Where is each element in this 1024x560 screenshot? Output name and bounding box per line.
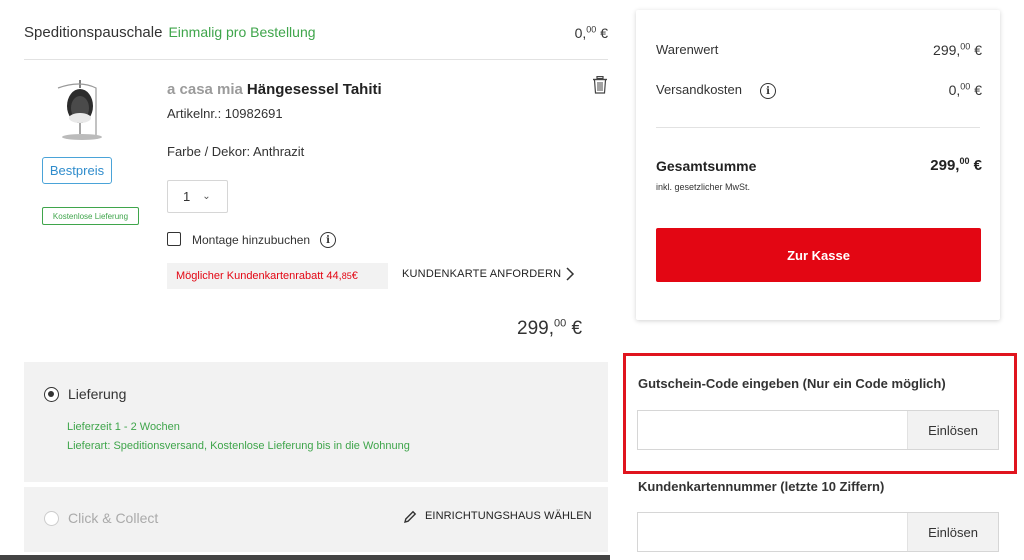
free-delivery-badge: Kostenlose Lieferung [42, 207, 139, 225]
product-image[interactable] [50, 78, 110, 144]
pencil-icon[interactable] [403, 510, 417, 524]
voucher-label: Gutschein-Code eingeben (Nur ein Code mö… [638, 376, 946, 391]
click-collect-radio[interactable] [44, 511, 59, 526]
subtotal-value: 299,00 € [933, 41, 982, 58]
shipping-fee-title: Speditionspauschale Einmalig pro Bestellu… [24, 24, 316, 41]
voucher-input[interactable] [638, 411, 907, 449]
checkout-button[interactable]: Zur Kasse [656, 228, 981, 282]
product-brand: a casa mia [167, 81, 243, 98]
shipping-cost-value: 0,00 € [948, 81, 982, 98]
delivery-option-label[interactable]: Lieferung [68, 386, 126, 402]
voucher-field: Einlösen [637, 410, 999, 450]
redeem-customer-card-button[interactable]: Einlösen [907, 513, 998, 551]
quantity-select[interactable]: 1 ⌄ [167, 180, 228, 213]
info-icon[interactable]: i [320, 232, 336, 248]
total-value: 299,00 € [930, 156, 982, 175]
shipping-cost-label: Versandkosten [656, 82, 743, 97]
request-customer-card-link[interactable]: KUNDENKARTE ANFORDERN [402, 268, 561, 280]
article-number: Artikelnr.: 10982691 [167, 106, 283, 121]
line-item-price: 299,00 € [517, 317, 583, 339]
quantity-value: 1 [183, 189, 191, 204]
montage-label[interactable]: Montage hinzubuchen [192, 233, 310, 247]
redeem-voucher-button[interactable]: Einlösen [907, 411, 998, 449]
shipping-fee-note: Einmalig pro Bestellung [168, 24, 316, 40]
delivery-radio[interactable] [44, 387, 59, 402]
bestpreis-badge: Bestpreis [42, 157, 112, 184]
product-name: Hängesessel Tahiti [246, 81, 382, 98]
product-color: Farbe / Dekor: Anthrazit [167, 144, 305, 159]
chevron-right-icon[interactable] [565, 266, 575, 282]
subtotal-label: Warenwert [656, 42, 719, 57]
divider [0, 555, 610, 560]
info-icon[interactable]: i [760, 83, 776, 99]
customer-card-field: Einlösen [637, 512, 999, 552]
shipping-fee-row: Speditionspauschale Einmalig pro Bestellu… [24, 20, 608, 60]
delivery-time: Lieferzeit 1 - 2 Wochen [67, 421, 180, 433]
click-collect-label[interactable]: Click & Collect [68, 510, 158, 526]
tax-note: inkl. gesetzlicher MwSt. [656, 182, 751, 192]
product-title[interactable]: a casa mia Hängesessel Tahiti [167, 81, 382, 98]
divider [656, 127, 980, 128]
shipping-fee-label: Speditionspauschale [24, 24, 163, 41]
customer-card-input[interactable] [638, 513, 907, 551]
shipping-fee-price: 0,00 € [574, 24, 608, 41]
choose-store-link[interactable]: EINRICHTUNGSHAUS WÄHLEN [425, 510, 592, 522]
trash-icon[interactable] [592, 76, 608, 94]
montage-checkbox[interactable] [167, 232, 181, 246]
chevron-down-icon: ⌄ [202, 191, 211, 202]
total-label: Gesamtsumme [656, 158, 757, 174]
customer-card-discount: Möglicher Kundenkartenrabatt 44, 85 € [167, 263, 388, 289]
delivery-type: Lieferart: Speditionsversand, Kostenlose… [67, 440, 410, 452]
customer-card-label: Kundenkartennummer (letzte 10 Ziffern) [638, 479, 885, 494]
